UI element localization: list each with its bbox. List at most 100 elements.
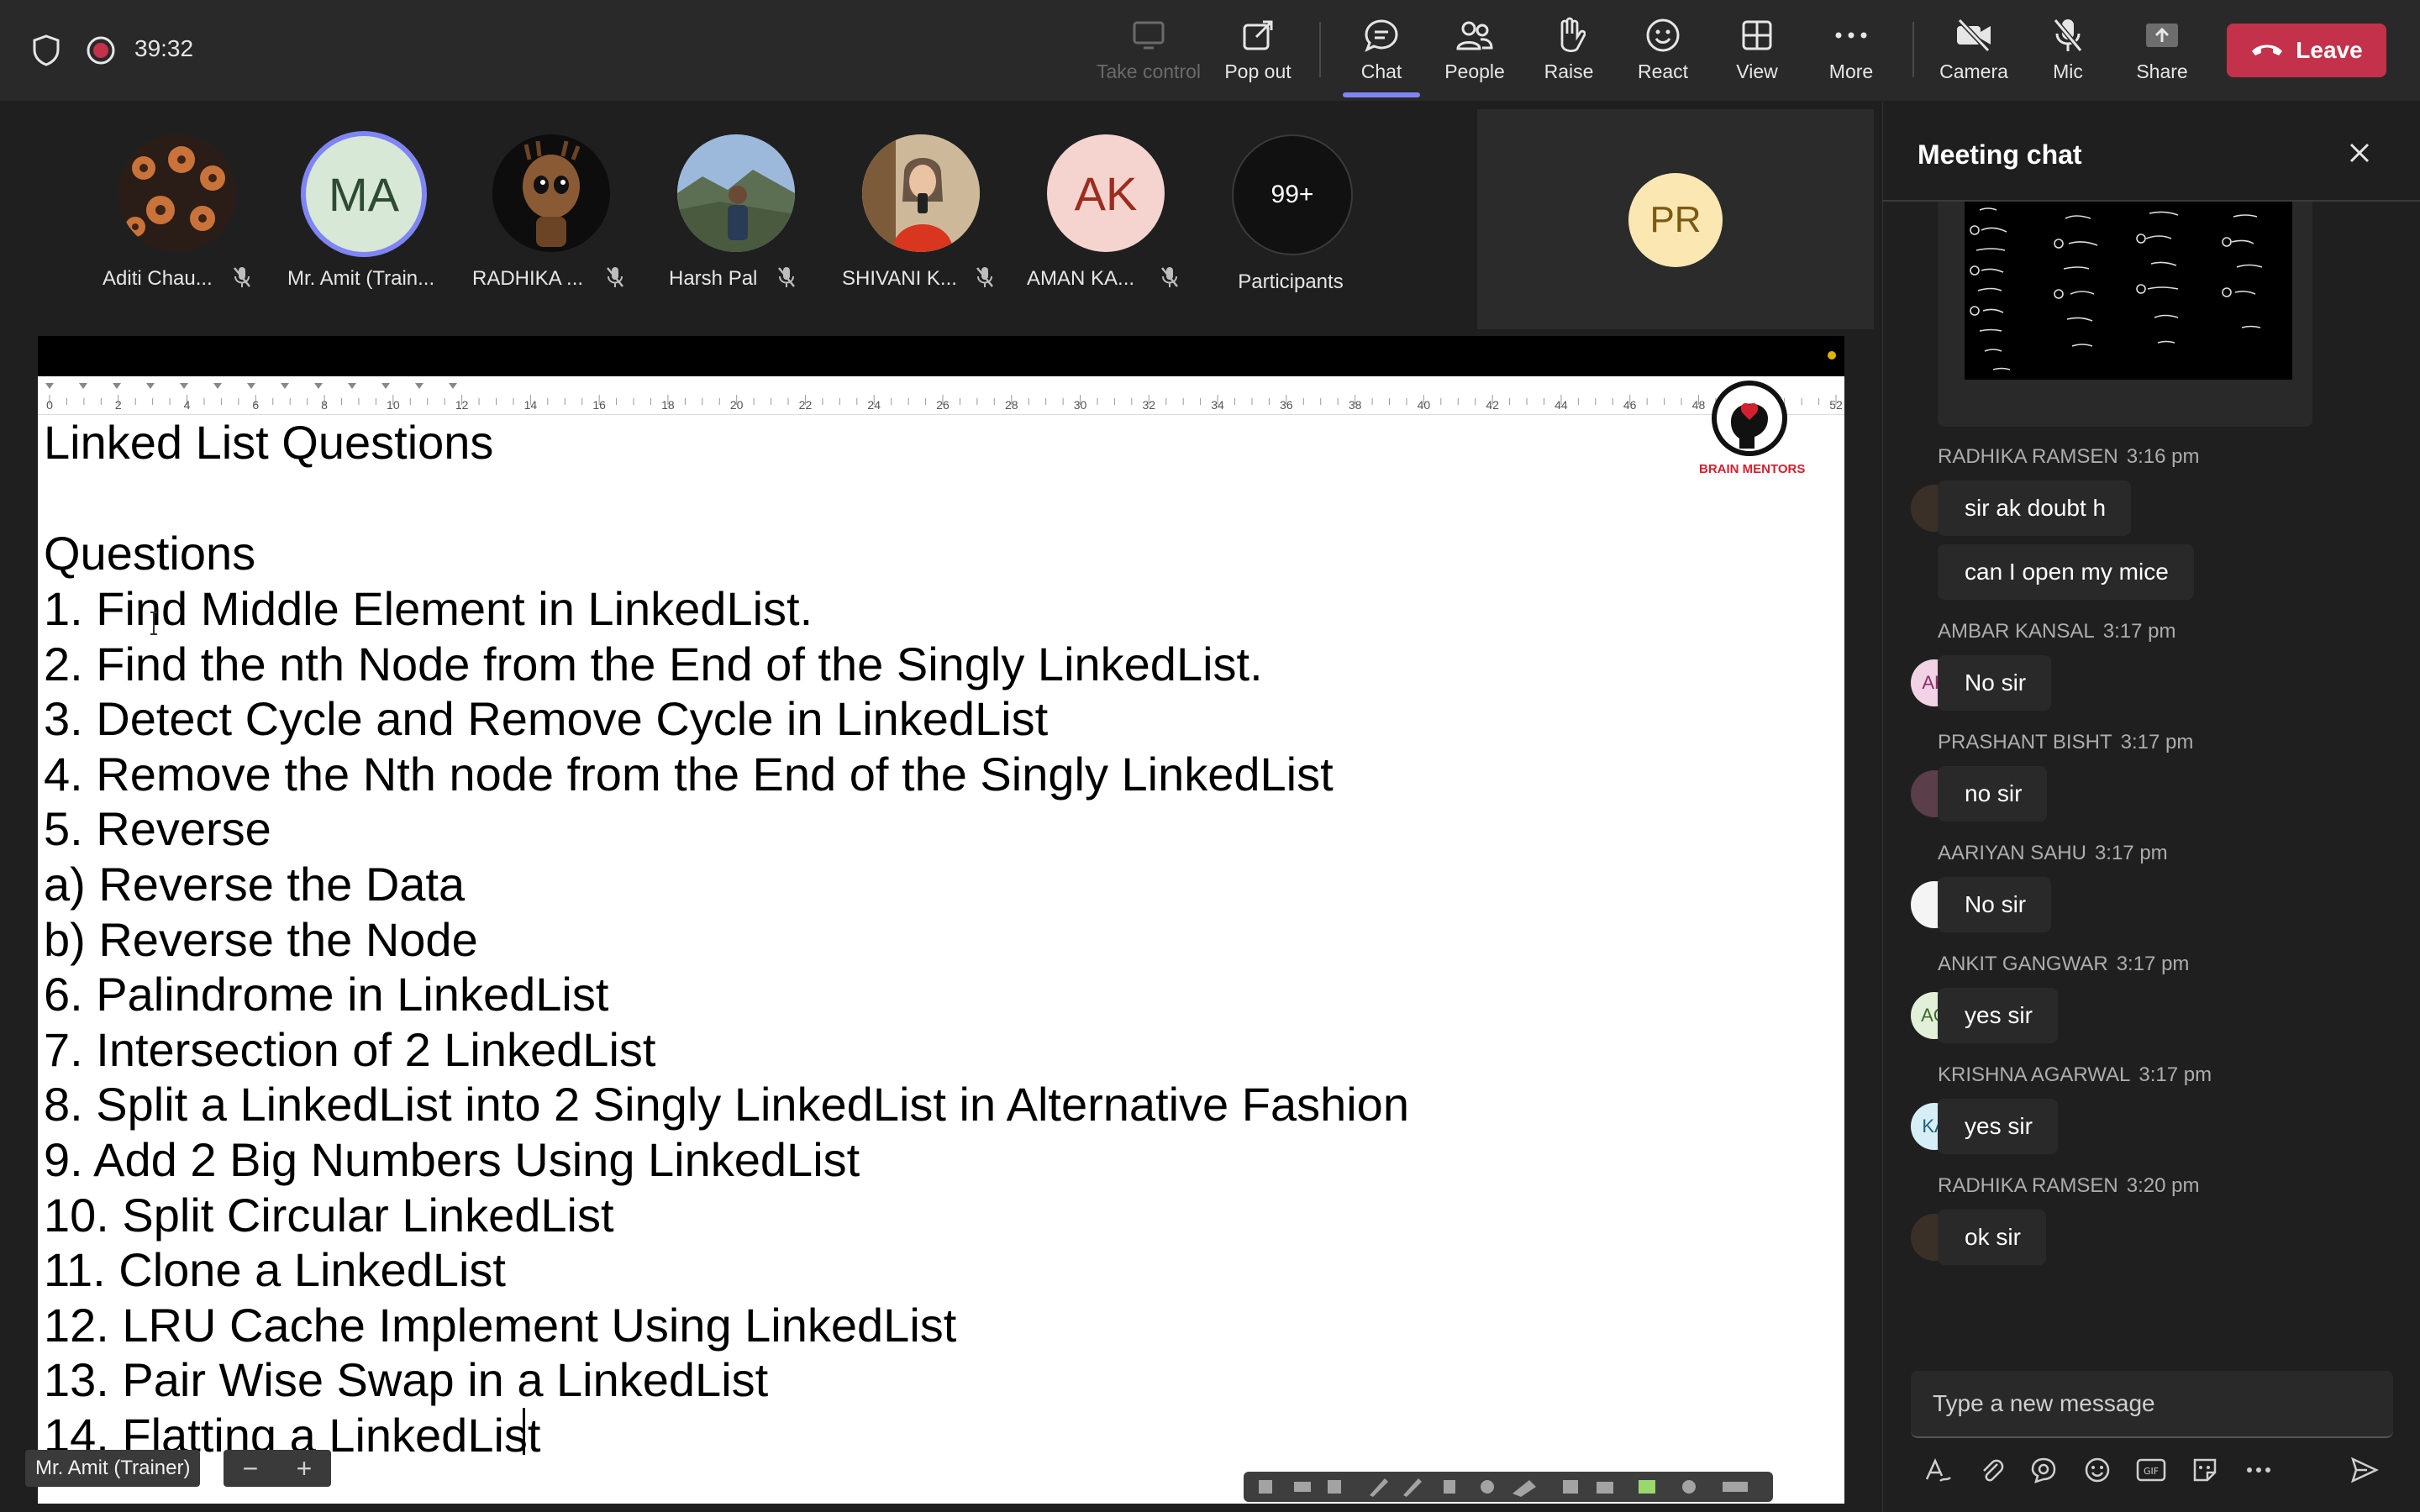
- tab-stop-marker[interactable]: [213, 383, 222, 389]
- close-chat-button[interactable]: [2344, 139, 2375, 170]
- tab-stop-marker[interactable]: [113, 383, 121, 389]
- tab-stop-marker[interactable]: [247, 383, 255, 389]
- share-screen-icon: [2144, 15, 2180, 55]
- tab-stop-marker[interactable]: [79, 383, 87, 389]
- view-label: View: [1736, 60, 1778, 82]
- attach-icon[interactable]: [1973, 1452, 2010, 1488]
- ruler-tick-label: 6: [252, 398, 260, 412]
- zoom-in-button[interactable]: +: [277, 1450, 331, 1487]
- self-avatar: PR: [1628, 173, 1723, 267]
- tab-stop-marker[interactable]: [281, 383, 289, 389]
- chat-message-bubble[interactable]: ok sir: [1938, 1210, 2046, 1265]
- question-item: b) Reverse the Node: [44, 912, 478, 966]
- status-dot-icon: [1828, 351, 1836, 360]
- chat-image-message[interactable]: [1938, 202, 2312, 427]
- question-item: 10. Split Circular LinkedList: [44, 1188, 614, 1242]
- chat-label: Chat: [1360, 60, 1402, 82]
- ruler-tick-label: 8: [321, 398, 328, 412]
- participants-overflow-button[interactable]: 99+: [1232, 134, 1353, 255]
- annotation-toolbar[interactable]: [1244, 1472, 1773, 1502]
- ruler-tick-label: 26: [936, 398, 950, 412]
- tab-stop-marker[interactable]: [415, 383, 424, 389]
- tab-stop-marker[interactable]: [180, 383, 188, 389]
- loop-component-icon[interactable]: [2025, 1452, 2062, 1488]
- chat-sender-name: RADHIKA RAMSEN: [1938, 445, 2118, 468]
- ruler-tick-label: 36: [1280, 398, 1293, 412]
- avatar-initials: MA: [329, 167, 399, 221]
- take-control-button[interactable]: Take control: [1097, 15, 1201, 91]
- pop-out-icon: [1241, 15, 1275, 55]
- participant-tile[interactable]: SHIVANI K...: [823, 134, 992, 302]
- tab-stop-marker[interactable]: [45, 383, 54, 389]
- chat-button[interactable]: Chat: [1335, 15, 1428, 91]
- ruler-tick-label: 12: [455, 398, 469, 412]
- chat-message-bubble[interactable]: sir ak doubt h: [1938, 480, 2132, 536]
- close-icon: [2349, 142, 2370, 168]
- tab-stop-marker[interactable]: [314, 383, 323, 389]
- chat-title: Meeting chat: [1918, 139, 2082, 170]
- slide-title: Linked List Questions: [44, 416, 494, 469]
- chat-message-bubble[interactable]: can I open my mice: [1938, 544, 2194, 600]
- people-label: People: [1444, 60, 1505, 82]
- format-icon[interactable]: [1919, 1452, 1956, 1488]
- avatar: MA: [301, 131, 427, 257]
- react-button[interactable]: React: [1617, 15, 1709, 91]
- ruler-tick-label: 42: [1486, 398, 1499, 412]
- share-button[interactable]: Share: [2116, 15, 2208, 91]
- text-caret: [523, 1408, 525, 1455]
- raise-hand-button[interactable]: Raise: [1523, 15, 1615, 91]
- mic-button[interactable]: Mic: [2022, 15, 2114, 91]
- chat-message-header: KRISHNA AGARWAL 3:17 pm: [1938, 1063, 2212, 1087]
- people-button[interactable]: People: [1428, 15, 1521, 91]
- tab-stop-marker[interactable]: [381, 383, 390, 389]
- meeting-timer: 39:32: [134, 35, 194, 61]
- camera-button[interactable]: Camera: [1928, 15, 2020, 91]
- logo-text: BRAIN MENTORS: [1699, 462, 1806, 476]
- svg-text:GIF: GIF: [2144, 1466, 2159, 1477]
- ruler-tick-label: 2: [114, 398, 122, 412]
- participant-tile[interactable]: RADHIKA ...: [454, 134, 622, 302]
- avatar: [118, 134, 236, 252]
- sticker-icon[interactable]: [2186, 1452, 2223, 1488]
- emoji-icon[interactable]: [2079, 1452, 2116, 1488]
- presenter-name-label: Mr. Amit (Trainer): [25, 1450, 201, 1487]
- chat-message-bubble[interactable]: No sir: [1938, 655, 2052, 711]
- ruler-tick-label: 46: [1623, 398, 1637, 412]
- more-options-icon[interactable]: [2240, 1452, 2277, 1488]
- view-button[interactable]: View: [1711, 15, 1803, 91]
- pop-out-button[interactable]: Pop out: [1212, 15, 1304, 91]
- participant-tile[interactable]: AK AMAN KA...: [1008, 134, 1176, 302]
- participant-tile[interactable]: Aditi Chau...: [81, 134, 249, 302]
- participant-name: Mr. Amit (Train...: [287, 267, 435, 290]
- zoom-out-button[interactable]: −: [224, 1450, 277, 1487]
- ruler-tick-label: 22: [798, 398, 813, 412]
- leave-button[interactable]: Leave: [2227, 24, 2386, 77]
- chat-message-header: RADHIKA RAMSEN 3:20 pm: [1938, 1174, 2199, 1198]
- gif-icon[interactable]: GIF: [2133, 1452, 2170, 1488]
- more-button[interactable]: More: [1805, 15, 1897, 91]
- question-item: a) Reverse the Data: [44, 858, 466, 911]
- chat-timestamp: 3:17 pm: [2116, 953, 2190, 975]
- participants-count: 99+: [1270, 181, 1314, 208]
- take-control-icon: [1132, 15, 1165, 55]
- chat-message-bubble[interactable]: no sir: [1938, 766, 2048, 822]
- shield-icon[interactable]: [32, 34, 60, 71]
- chat-timestamp: 3:17 pm: [2102, 620, 2176, 643]
- ruler-tick-label: 44: [1555, 398, 1568, 412]
- tab-stop-marker[interactable]: [348, 383, 356, 389]
- message-input[interactable]: Type a new message: [1911, 1371, 2393, 1438]
- tab-stop-marker[interactable]: [146, 383, 155, 389]
- chat-message-bubble[interactable]: No sir: [1938, 877, 2052, 932]
- participant-tile[interactable]: MA Mr. Amit (Train...: [262, 131, 434, 302]
- chat-timestamp: 3:17 pm: [2094, 842, 2168, 864]
- send-icon[interactable]: [2346, 1452, 2383, 1488]
- more-label: More: [1828, 60, 1874, 82]
- self-video-tile[interactable]: PR: [1477, 109, 1874, 329]
- ruler-tick-label: 0: [46, 398, 53, 412]
- tab-stop-marker[interactable]: [449, 383, 457, 389]
- avatar: [677, 134, 795, 252]
- chat-message-bubble[interactable]: yes sir: [1938, 988, 2058, 1043]
- chat-message-bubble[interactable]: yes sir: [1938, 1099, 2058, 1154]
- grid-view-icon: [1740, 15, 1774, 55]
- whiteboard-image: [1965, 202, 2292, 380]
